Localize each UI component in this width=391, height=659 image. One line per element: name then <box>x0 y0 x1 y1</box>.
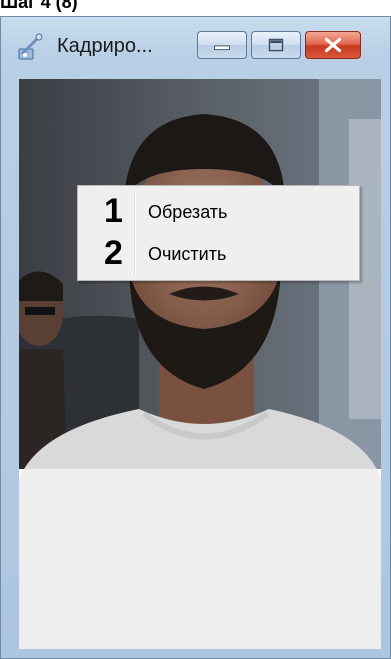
close-icon <box>324 37 342 53</box>
context-menu: 1 Обрезать 2 Очистить <box>77 185 360 281</box>
image-crop-icon <box>18 33 43 60</box>
minimize-icon <box>214 45 230 51</box>
maximize-icon <box>268 38 284 52</box>
menu-item-number: 1 <box>104 192 123 230</box>
face-photo <box>19 79 381 649</box>
menu-item-clear[interactable]: 2 Очистить <box>78 232 359 276</box>
image-preview-area[interactable]: 1 Обрезать 2 Очистить <box>19 79 381 649</box>
close-button[interactable] <box>305 31 361 59</box>
window-title: Кадриро... <box>57 35 153 57</box>
partial-header-text: Шаг 4 (8) <box>0 0 391 16</box>
maximize-button[interactable] <box>251 31 301 59</box>
partial-header-label: Шаг 4 (8) <box>0 0 78 12</box>
title-bar[interactable]: Кадриро... <box>1 17 390 77</box>
crop-window: Кадриро... 1 Обрезать 2 Очистить <box>0 16 391 659</box>
menu-item-number: 2 <box>104 234 123 272</box>
menu-item-label: Обрезать <box>148 202 228 222</box>
menu-item-crop[interactable]: 1 Обрезать <box>78 190 359 234</box>
minimize-button[interactable] <box>197 31 247 59</box>
menu-item-label: Очистить <box>148 244 227 264</box>
